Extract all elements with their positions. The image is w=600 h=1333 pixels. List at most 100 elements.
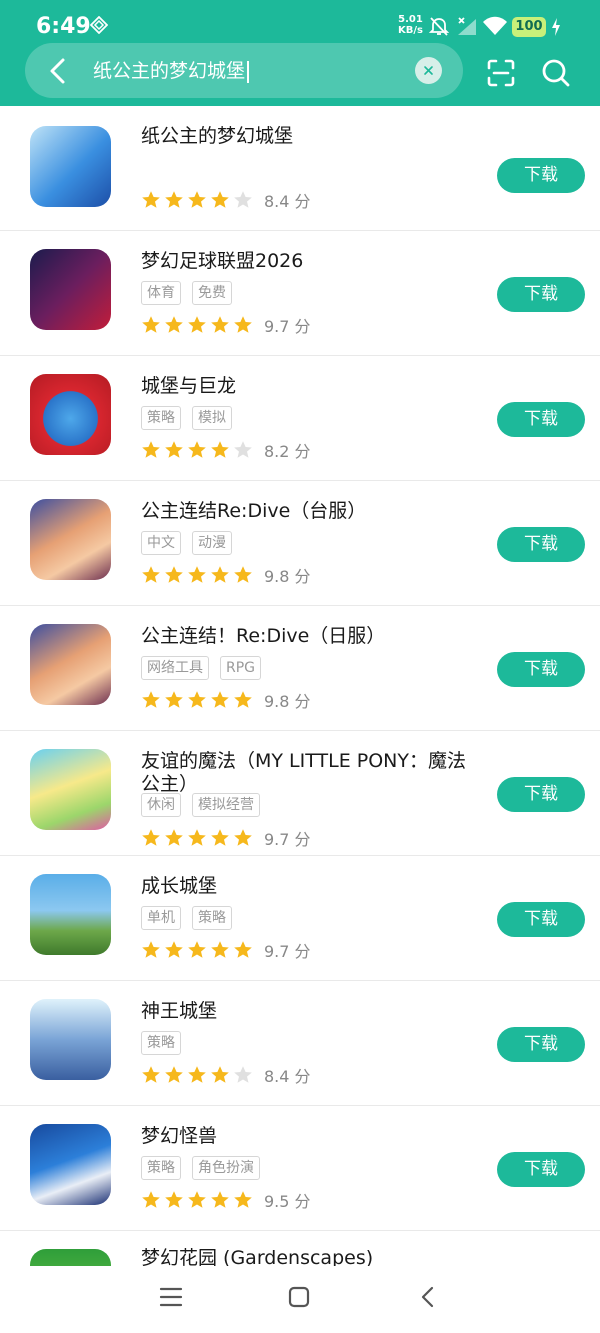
star-filled-icon [165, 1066, 183, 1083]
app-icon[interactable] [30, 749, 111, 830]
star-filled-icon [211, 441, 229, 458]
wifi-icon [483, 16, 507, 35]
star-filled-icon [188, 691, 206, 708]
star-filled-icon [165, 1191, 183, 1208]
star-filled-icon [211, 1066, 229, 1083]
star-empty-icon [234, 441, 252, 458]
download-button[interactable]: 下载 [497, 402, 585, 437]
app-score: 9.8 分 [264, 692, 311, 711]
nav-back-icon[interactable] [416, 1285, 440, 1309]
app-row[interactable]: 公主连结！Re:Dive（日服） 网络工具 RPG 9.8 分 下载 [0, 606, 600, 731]
app-row[interactable]: 梦幻足球联盟2026 体育 免费 9.7 分 下载 [0, 231, 600, 356]
download-button[interactable]: 下载 [497, 652, 585, 687]
app-score: 9.5 分 [264, 1192, 311, 1211]
text-caret [247, 60, 250, 83]
star-filled-icon [211, 1191, 229, 1208]
star-filled-icon [234, 691, 252, 708]
download-button[interactable]: 下载 [497, 158, 585, 193]
app-row[interactable]: 友谊的魔法（MY LITTLE PONY：魔法公主） 休闲 模拟经营 9.7 分下载 [0, 731, 600, 856]
app-icon[interactable] [30, 1249, 111, 1266]
app-title[interactable]: 成长城堡 [141, 875, 471, 898]
app-row[interactable]: 纸公主的梦幻城堡 8.4 分 下载 [0, 106, 600, 231]
search-results-list[interactable]: 纸公主的梦幻城堡 8.4 分下载 梦幻足球联盟2026 体育 免费 9.7 分下载 城堡与巨… [0, 106, 600, 1266]
back-arrow-icon[interactable] [45, 57, 71, 85]
app-title[interactable]: 梦幻足球联盟2026 [141, 250, 471, 273]
download-button[interactable]: 下载 [497, 1152, 585, 1187]
search-icon[interactable] [541, 58, 571, 88]
recent-apps-icon[interactable] [159, 1285, 183, 1309]
star-filled-icon [234, 829, 252, 846]
star-filled-icon [188, 566, 206, 583]
app-tag: 角色扮演 [192, 1156, 260, 1180]
app-rating: 8.4 分 [141, 1063, 311, 1086]
app-tags: 策略 模拟 [141, 406, 243, 430]
app-icon[interactable] [30, 1124, 111, 1205]
app-icon[interactable] [30, 249, 111, 330]
system-navigation-bar [0, 1266, 600, 1333]
app-title[interactable]: 梦幻怪兽 [141, 1125, 471, 1148]
star-filled-icon [165, 566, 183, 583]
nfc-icon [90, 16, 108, 34]
app-icon[interactable] [30, 374, 111, 455]
app-tags: 体育 免费 [141, 281, 243, 305]
app-tags: 单机 策略 [141, 906, 243, 930]
app-tag: 策略 [141, 406, 181, 430]
app-tag: 体育 [141, 281, 181, 305]
app-score: 9.7 分 [264, 317, 311, 336]
battery-indicator: 100 [512, 17, 546, 37]
app-icon[interactable] [30, 499, 111, 580]
app-icon[interactable] [30, 126, 111, 207]
app-title[interactable]: 友谊的魔法（MY LITTLE PONY：魔法公主） [141, 750, 471, 796]
download-button[interactable]: 下载 [497, 902, 585, 937]
download-button[interactable]: 下载 [497, 527, 585, 562]
network-speed-unit: KB/s [398, 25, 423, 36]
search-input[interactable]: 纸公主的梦幻城堡 [93, 56, 250, 83]
app-tags: 策略 [141, 1031, 192, 1055]
clear-search-button[interactable] [415, 57, 442, 84]
app-row[interactable]: 梦幻花园 (Gardenscapes) [0, 1231, 600, 1266]
app-title[interactable]: 纸公主的梦幻城堡 [141, 125, 471, 148]
app-row[interactable]: 成长城堡 单机 策略 9.7 分 下载 [0, 856, 600, 981]
network-speed: 5.01 KB/s [398, 14, 423, 36]
star-filled-icon [165, 191, 183, 208]
app-title[interactable]: 神王城堡 [141, 1000, 471, 1023]
app-row[interactable]: 公主连结Re:Dive（台服） 中文 动漫 9.8 分 下载 [0, 481, 600, 606]
app-title[interactable]: 梦幻花园 (Gardenscapes) [141, 1247, 471, 1266]
app-score: 9.8 分 [264, 567, 311, 586]
star-filled-icon [211, 829, 229, 846]
download-button[interactable]: 下载 [497, 277, 585, 312]
app-tag: 免费 [192, 281, 232, 305]
star-filled-icon [142, 1191, 160, 1208]
app-row[interactable]: 神王城堡策略 8.4 分 下载 [0, 981, 600, 1106]
star-filled-icon [211, 191, 229, 208]
star-filled-icon [188, 1066, 206, 1083]
app-score: 8.4 分 [264, 192, 311, 211]
app-icon[interactable] [30, 624, 111, 705]
star-filled-icon [142, 566, 160, 583]
star-filled-icon [188, 191, 206, 208]
app-tag: 单机 [141, 906, 181, 930]
app-tag: 模拟经营 [192, 793, 260, 817]
app-tag: 策略 [141, 1031, 181, 1055]
home-icon[interactable] [287, 1285, 311, 1309]
star-filled-icon [142, 829, 160, 846]
download-button[interactable]: 下载 [497, 1027, 585, 1062]
star-filled-icon [165, 941, 183, 958]
star-filled-icon [234, 566, 252, 583]
download-button[interactable]: 下载 [497, 777, 585, 812]
app-tags: 休闲 模拟经营 [141, 793, 271, 817]
app-icon[interactable] [30, 874, 111, 955]
app-rating: 9.7 分 [141, 313, 311, 336]
star-filled-icon [165, 691, 183, 708]
scan-icon[interactable] [486, 58, 516, 88]
app-icon[interactable] [30, 999, 111, 1080]
app-title[interactable]: 公主连结！Re:Dive（日服） [141, 625, 471, 648]
app-rating: 9.5 分 [141, 1188, 311, 1211]
app-title[interactable]: 城堡与巨龙 [141, 375, 471, 398]
app-row[interactable]: 城堡与巨龙 策略 模拟 8.2 分 下载 [0, 356, 600, 481]
app-tag: 中文 [141, 531, 181, 555]
app-title[interactable]: 公主连结Re:Dive（台服） [141, 500, 471, 523]
search-bar[interactable]: 纸公主的梦幻城堡 [25, 43, 463, 98]
mute-icon [428, 17, 450, 36]
app-row[interactable]: 梦幻怪兽 策略 角色扮演 9.5 分下载 [0, 1106, 600, 1231]
